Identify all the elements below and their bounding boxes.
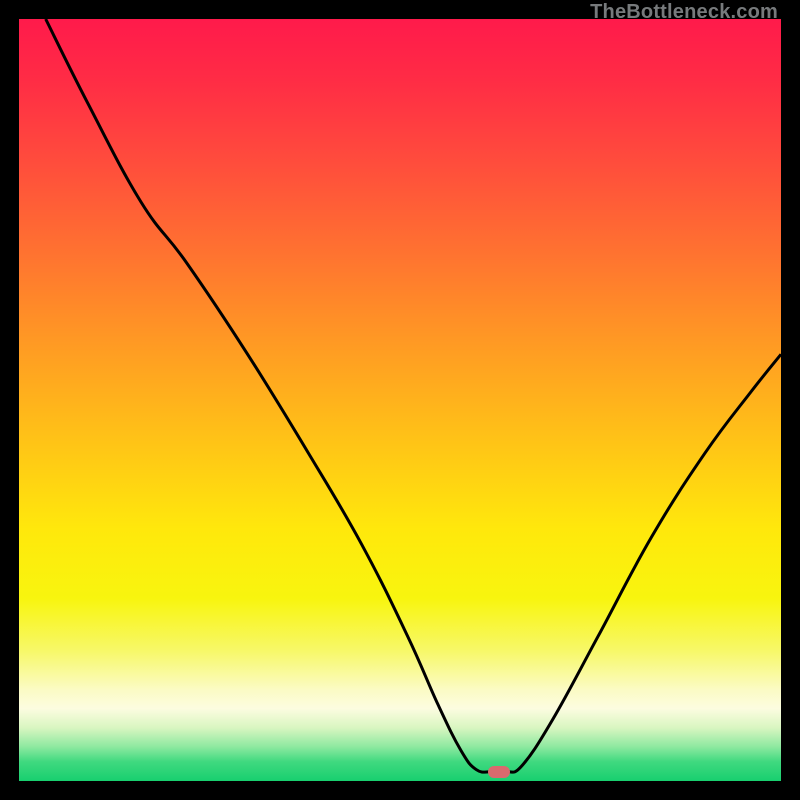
watermark-text: TheBottleneck.com bbox=[590, 1, 778, 24]
chart-frame: TheBottleneck.com bbox=[0, 0, 800, 800]
curve-layer bbox=[19, 19, 781, 781]
plot-area bbox=[19, 19, 781, 781]
bottleneck-curve bbox=[46, 19, 781, 773]
optimal-marker bbox=[488, 766, 510, 778]
